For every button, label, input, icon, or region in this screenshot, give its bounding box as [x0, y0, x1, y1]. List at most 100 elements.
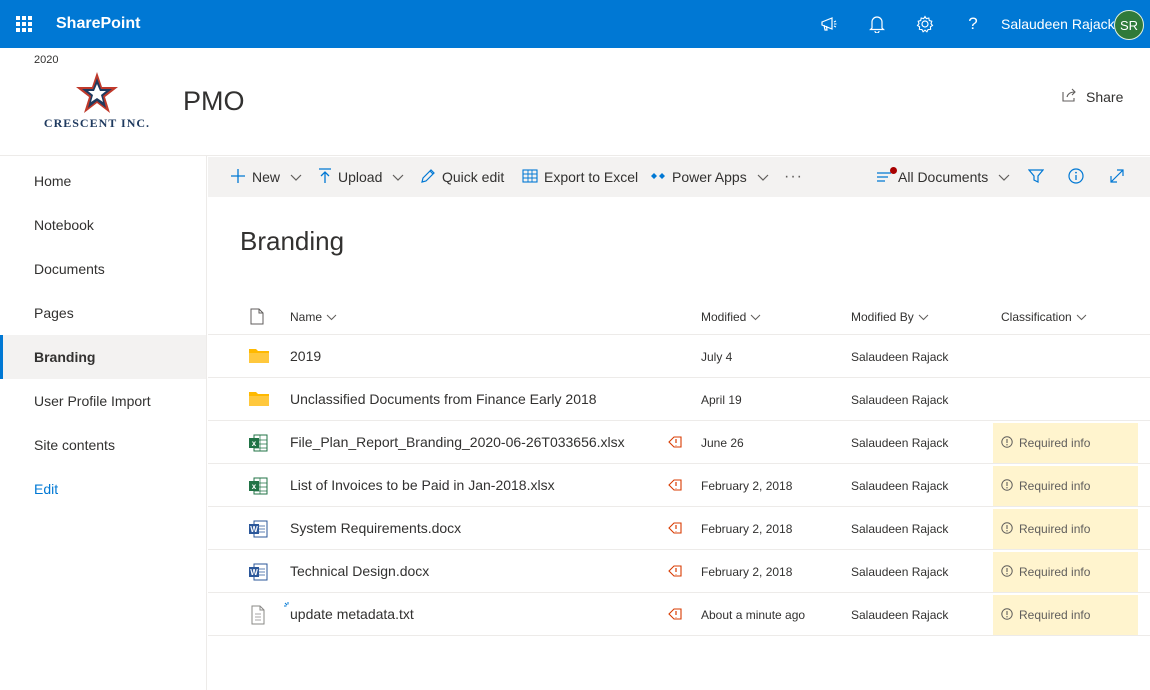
nav-item-home[interactable]: Home — [0, 159, 206, 203]
modified-by[interactable]: Salaudeen Rajack — [851, 393, 948, 407]
site-logo[interactable]: CRESCENT INC. — [34, 70, 160, 132]
site-year: 2020 — [34, 54, 59, 66]
modified-by[interactable]: Salaudeen Rajack — [851, 608, 948, 622]
list-item[interactable]: x List of Invoices to be Paid in Jan-201… — [208, 464, 1150, 507]
required-info-label: Required info — [1019, 608, 1091, 622]
text-file-icon — [248, 605, 270, 625]
required-info-badge[interactable]: Required info — [993, 509, 1138, 549]
modified-by[interactable]: Salaudeen Rajack — [851, 350, 948, 364]
column-name-label: Name — [290, 310, 323, 324]
svg-text:CRESCENT INC.: CRESCENT INC. — [44, 116, 150, 130]
required-info-badge[interactable]: Required info — [993, 466, 1138, 506]
help-icon[interactable]: ? — [961, 12, 985, 36]
upload-button[interactable]: Upload — [318, 157, 404, 197]
app-name[interactable]: SharePoint — [56, 15, 140, 33]
view-list-icon — [876, 166, 897, 186]
avatar[interactable]: SR — [1114, 10, 1144, 40]
new-label: New — [252, 169, 281, 185]
modified-by[interactable]: Salaudeen Rajack — [851, 565, 948, 579]
column-header-modified-by[interactable]: Modified By — [851, 310, 929, 324]
required-info-badge[interactable]: Required info — [993, 595, 1138, 635]
chevron-down-icon — [392, 169, 404, 185]
file-name-link[interactable]: Technical Design.docx — [290, 563, 429, 579]
info-icon — [1068, 167, 1084, 187]
excel-file-icon: x — [248, 476, 270, 496]
file-name-link[interactable]: File_Plan_Report_Branding_2020-06-26T033… — [290, 434, 625, 450]
required-info-badge[interactable]: Required info — [993, 552, 1138, 592]
list-item[interactable]: 2019 July 4 Salaudeen Rajack — [208, 335, 1150, 378]
column-classification-label: Classification — [1001, 310, 1072, 324]
required-info-label: Required info — [1019, 479, 1091, 493]
file-name-link[interactable]: update metadata.txt — [290, 606, 414, 622]
share-button[interactable]: Share — [1062, 88, 1123, 105]
modified-date: July 4 — [701, 350, 733, 364]
chevron-down-icon — [757, 169, 769, 185]
missing-metadata-icon[interactable] — [667, 434, 683, 450]
quick-edit-button[interactable]: Quick edit — [420, 157, 504, 197]
info-button[interactable] — [1068, 157, 1084, 197]
info-circle-icon — [1001, 435, 1013, 451]
modified-by[interactable]: Salaudeen Rajack — [851, 436, 948, 450]
share-icon — [1062, 88, 1078, 105]
folder-icon — [248, 390, 270, 410]
list-item[interactable]: W System Requirements.docx February 2, 2… — [208, 507, 1150, 550]
export-to-excel-button[interactable]: Export to Excel — [522, 157, 638, 197]
chevron-down-icon — [750, 310, 761, 324]
file-name-link[interactable]: System Requirements.docx — [290, 520, 461, 536]
missing-metadata-icon[interactable] — [667, 520, 683, 536]
excel-file-icon: x — [248, 433, 270, 453]
missing-metadata-icon[interactable] — [667, 563, 683, 579]
list-item[interactable]: x File_Plan_Report_Branding_2020-06-26T0… — [208, 421, 1150, 464]
suite-bar: SharePoint ? Salaudeen Rajack SR — [0, 0, 1150, 48]
list-header: Name Modified Modified By Classification — [208, 296, 1150, 335]
left-nav: Home Notebook Documents Pages Branding U… — [0, 156, 207, 690]
more-options-button[interactable]: ··· — [784, 157, 803, 197]
view-selector[interactable]: All Documents — [876, 157, 1010, 197]
gear-icon[interactable] — [913, 12, 937, 36]
nav-item-documents[interactable]: Documents — [0, 247, 206, 291]
modified-date: About a minute ago — [701, 608, 806, 622]
modified-by[interactable]: Salaudeen Rajack — [851, 522, 948, 536]
fullscreen-button[interactable] — [1109, 157, 1125, 197]
list-item[interactable]: update metadata.txt About a minute ago S… — [208, 593, 1150, 636]
file-name-link[interactable]: 2019 — [290, 348, 321, 364]
missing-metadata-icon[interactable] — [667, 606, 683, 622]
required-info-badge[interactable]: Required info — [993, 423, 1138, 463]
info-circle-icon — [1001, 564, 1013, 580]
megaphone-icon[interactable] — [817, 12, 841, 36]
new-button[interactable]: New — [230, 157, 302, 197]
user-name[interactable]: Salaudeen Rajack — [1001, 16, 1115, 32]
chevron-down-icon — [998, 169, 1010, 185]
column-header-classification[interactable]: Classification — [1001, 310, 1087, 324]
file-name-link[interactable]: Unclassified Documents from Finance Earl… — [290, 391, 597, 407]
site-title[interactable]: PMO — [183, 86, 245, 117]
column-header-name[interactable]: Name — [290, 310, 337, 324]
upload-label: Upload — [338, 169, 383, 185]
unsaved-dot — [890, 166, 897, 174]
required-info-label: Required info — [1019, 522, 1091, 536]
nav-item-pages[interactable]: Pages — [0, 291, 206, 335]
power-apps-button[interactable]: Power Apps — [650, 157, 769, 197]
list-item[interactable]: Unclassified Documents from Finance Earl… — [208, 378, 1150, 421]
nav-item-site-contents[interactable]: Site contents — [0, 423, 206, 467]
missing-metadata-icon[interactable] — [667, 477, 683, 493]
file-name-link[interactable]: List of Invoices to be Paid in Jan-2018.… — [290, 477, 555, 493]
chevron-down-icon — [1076, 310, 1087, 324]
list-item[interactable]: W Technical Design.docx February 2, 2018… — [208, 550, 1150, 593]
bell-icon[interactable] — [865, 12, 889, 36]
library-title: Branding — [240, 226, 345, 256]
word-file-icon: W — [248, 519, 270, 539]
info-circle-icon — [1001, 607, 1013, 623]
nav-item-branding[interactable]: Branding — [0, 335, 206, 379]
document-list: Name Modified Modified By Classification… — [208, 296, 1150, 636]
filter-button[interactable] — [1027, 157, 1045, 197]
share-label: Share — [1086, 88, 1124, 105]
modified-by[interactable]: Salaudeen Rajack — [851, 479, 948, 493]
nav-item-notebook[interactable]: Notebook — [0, 203, 206, 247]
folder-icon — [248, 347, 270, 367]
nav-edit-link[interactable]: Edit — [0, 467, 206, 511]
nav-item-user-profile-import[interactable]: User Profile Import — [0, 379, 206, 423]
app-launcher-icon[interactable] — [16, 16, 32, 32]
column-header-modified[interactable]: Modified — [701, 310, 761, 324]
file-type-column-icon[interactable] — [250, 308, 264, 325]
